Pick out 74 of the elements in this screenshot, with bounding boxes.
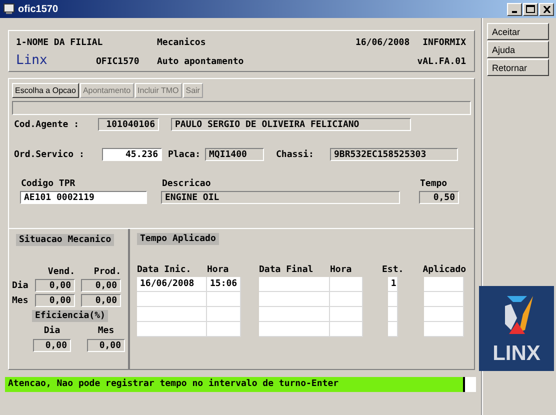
column-label: Vend. [46,267,75,277]
agent-code-field: 101040106 [98,118,159,131]
date-text: 16/06/2008 [355,38,410,48]
field-label: Ord.Servico : [14,150,86,160]
value-field: 0,00 [81,294,121,307]
value-field: 0,00 [87,339,125,352]
value-field: 0,00 [33,339,71,352]
table-cell [207,292,241,307]
column-header: Data Final [259,265,314,276]
order-field[interactable]: 45.236 [102,148,162,161]
table-cell [388,292,398,307]
section-title: Situacao Mecanico [16,234,114,246]
value-field: 0,00 [81,279,121,292]
column-header: Data Inic. [137,265,192,276]
column-label: Dia [44,326,60,336]
close-icon [542,6,550,12]
table-cell [424,307,464,322]
column-header: Aplicado [422,265,466,276]
field-label: Chassi: [276,150,315,160]
column-label: Tempo [420,179,448,189]
table-cell [424,322,464,337]
table-cell [424,277,464,292]
column-header: Est. [382,265,404,276]
table-cell [207,322,241,337]
table-cell: 1 [388,277,398,292]
screen-name: Auto apontamento [157,57,245,67]
tpr-code-field[interactable]: AE101 0002119 [20,191,147,204]
module-name: Mecanicos [157,38,207,48]
database-name: INFORMIX [422,38,466,48]
brand-name: Linx [16,53,48,68]
row-label: Mes [12,296,29,306]
side-button[interactable]: Retornar [487,59,549,76]
plate-field: MQI1400 [205,148,264,161]
column-label: Mes [98,326,114,336]
time-field: 0,50 [419,191,459,204]
column-label: Descricao [162,179,212,189]
maximize-icon [526,5,535,13]
window-title: ofic1570 [18,4,60,14]
table-cell [424,292,464,307]
table-cell [330,292,363,307]
table-cell [388,322,398,337]
chassis-field: 9BR532EC158525303 [330,148,458,161]
status-message: Atencao, Nao pode registrar tempo no intervalo de turno-Enter [5,377,463,392]
input-field[interactable] [463,377,476,392]
table-cell [388,307,398,322]
row-label: Dia [12,280,29,290]
value-field: 0,00 [35,294,75,307]
section-title: Eficiencia(%) [32,310,108,322]
table-cell: 15:06 [207,277,241,292]
table-cell [330,277,363,292]
section-title: Tempo Aplicado [137,233,219,245]
minimize-button[interactable] [507,2,522,16]
field-label: Placa: [168,150,202,160]
column-label: Codigo TPR [21,179,76,189]
table-cell [330,307,363,322]
agent-name-field: PAULO SERGIO DE OLIVEIRA FELICIANO [171,118,411,131]
tab[interactable]: Escolha a Opcao [12,83,79,98]
maximize-button[interactable] [523,2,538,16]
version-text: vAL.FA.01 [417,57,466,67]
side-button[interactable]: Ajuda [487,41,549,58]
side-button[interactable]: Aceitar [487,23,549,40]
column-header: Hora [330,265,352,276]
column-header: Hora [207,265,229,276]
close-button[interactable] [539,2,554,16]
branch-name: 1-NOME DA FILIAL [16,38,104,48]
description-field: ENGINE OIL [161,191,400,204]
field-label: Cod.Agente : [14,120,80,130]
value-field: 0,00 [35,279,75,292]
app-icon [3,3,15,15]
table-cell [330,322,363,337]
table-cell [207,307,241,322]
column-label: Prod. [92,267,121,277]
logo-text: LINX [492,342,540,366]
program-code: OFIC1570 [96,57,140,67]
